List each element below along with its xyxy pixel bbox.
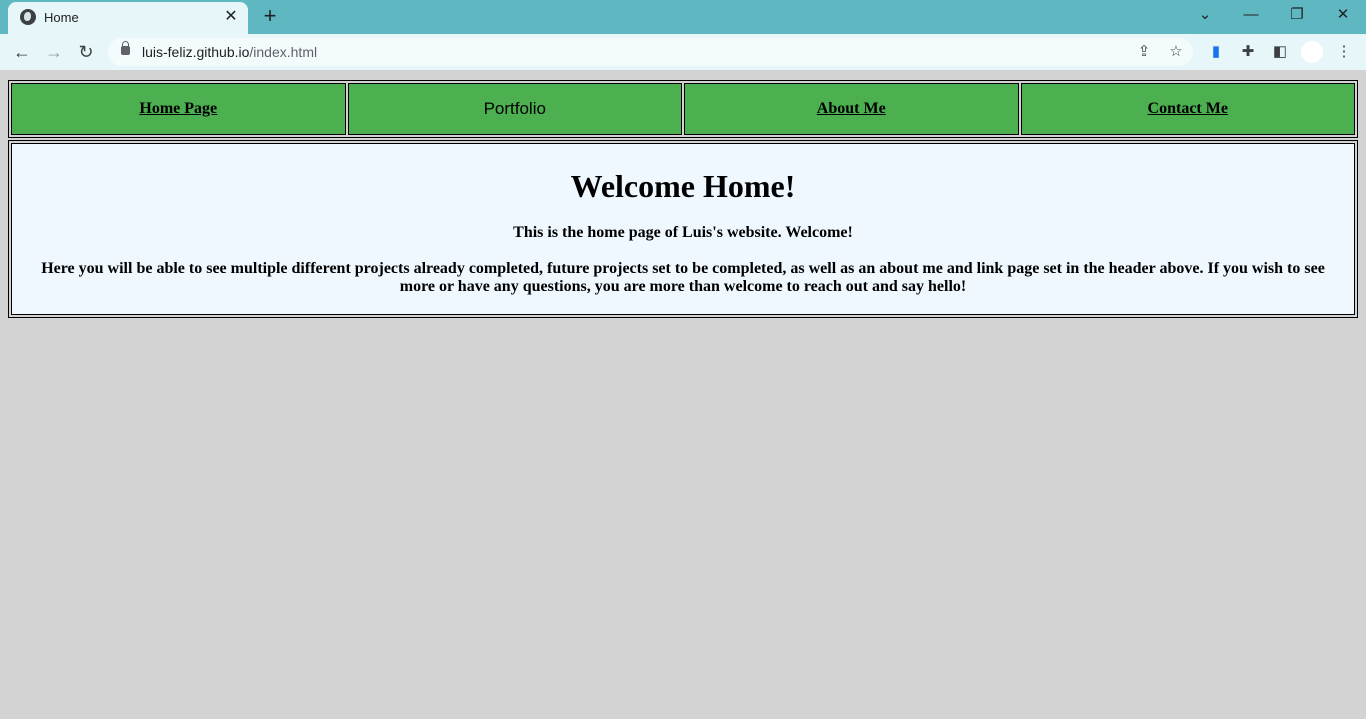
nav-cell-about: About Me xyxy=(684,83,1019,135)
intro-text: This is the home page of Luis's website.… xyxy=(513,224,853,241)
nav-cell-portfolio: Portfolio xyxy=(347,83,682,135)
lock-icon[interactable] xyxy=(121,41,130,55)
nav-link-about-me[interactable]: About Me xyxy=(817,100,886,117)
nav-link-contact-me[interactable]: Contact Me xyxy=(1148,100,1228,117)
puzzle-icon[interactable]: ✚ xyxy=(1238,42,1258,62)
avatar[interactable] xyxy=(1301,41,1323,63)
extension-icon[interactable]: ▮ xyxy=(1206,42,1226,62)
restore-icon[interactable]: ❐ xyxy=(1277,4,1317,28)
minimize-icon[interactable]: — xyxy=(1231,4,1271,28)
content-cell: Welcome Home! This is the home page of L… xyxy=(11,143,1355,315)
arrow-left-icon[interactable]: ← xyxy=(9,40,35,66)
main-content: Welcome Home! This is the home page of L… xyxy=(8,140,1358,318)
tab-title: Home xyxy=(44,10,79,25)
plus-icon[interactable]: + xyxy=(258,5,282,29)
window-close-icon[interactable]: ✕ xyxy=(1323,4,1363,28)
browser-tab-bar: Home ✕ + ⌄ — ❐ ✕ xyxy=(0,0,1366,34)
address-bar[interactable]: luis-feliz.github.io/index.html ⇪ ☆ xyxy=(108,38,1193,66)
browser-toolbar: ← → ↻ luis-feliz.github.io/index.html ⇪ … xyxy=(0,34,1366,70)
browser-tab-home[interactable]: Home ✕ xyxy=(8,2,248,34)
side-panel-icon[interactable]: ◧ xyxy=(1270,42,1290,62)
star-icon[interactable]: ☆ xyxy=(1166,42,1186,62)
reload-icon[interactable]: ↻ xyxy=(73,40,99,66)
share-icon[interactable]: ⇪ xyxy=(1134,42,1154,62)
nav-link-home-page[interactable]: Home Page xyxy=(139,100,217,117)
page-title: Welcome Home! xyxy=(570,168,796,204)
close-icon[interactable]: ✕ xyxy=(222,8,240,26)
page-content: Home Page Portfolio About Me Contact Me … xyxy=(0,70,1366,719)
url-path: /index.html xyxy=(249,44,318,60)
url-host: luis-feliz.github.io xyxy=(142,44,250,60)
arrow-right-icon[interactable]: → xyxy=(41,40,67,66)
kebab-menu-icon[interactable]: ⋮ xyxy=(1334,42,1354,62)
nav-cell-home: Home Page xyxy=(11,83,346,135)
description-text: Here you will be able to see multiple di… xyxy=(41,260,1325,295)
globe-icon xyxy=(20,9,36,25)
nav-current-portfolio: Portfolio xyxy=(483,99,546,118)
chevron-down-icon[interactable]: ⌄ xyxy=(1185,4,1225,28)
url-text[interactable]: luis-feliz.github.io/index.html xyxy=(142,44,317,60)
site-nav: Home Page Portfolio About Me Contact Me xyxy=(8,80,1358,138)
nav-cell-contact: Contact Me xyxy=(1020,83,1355,135)
